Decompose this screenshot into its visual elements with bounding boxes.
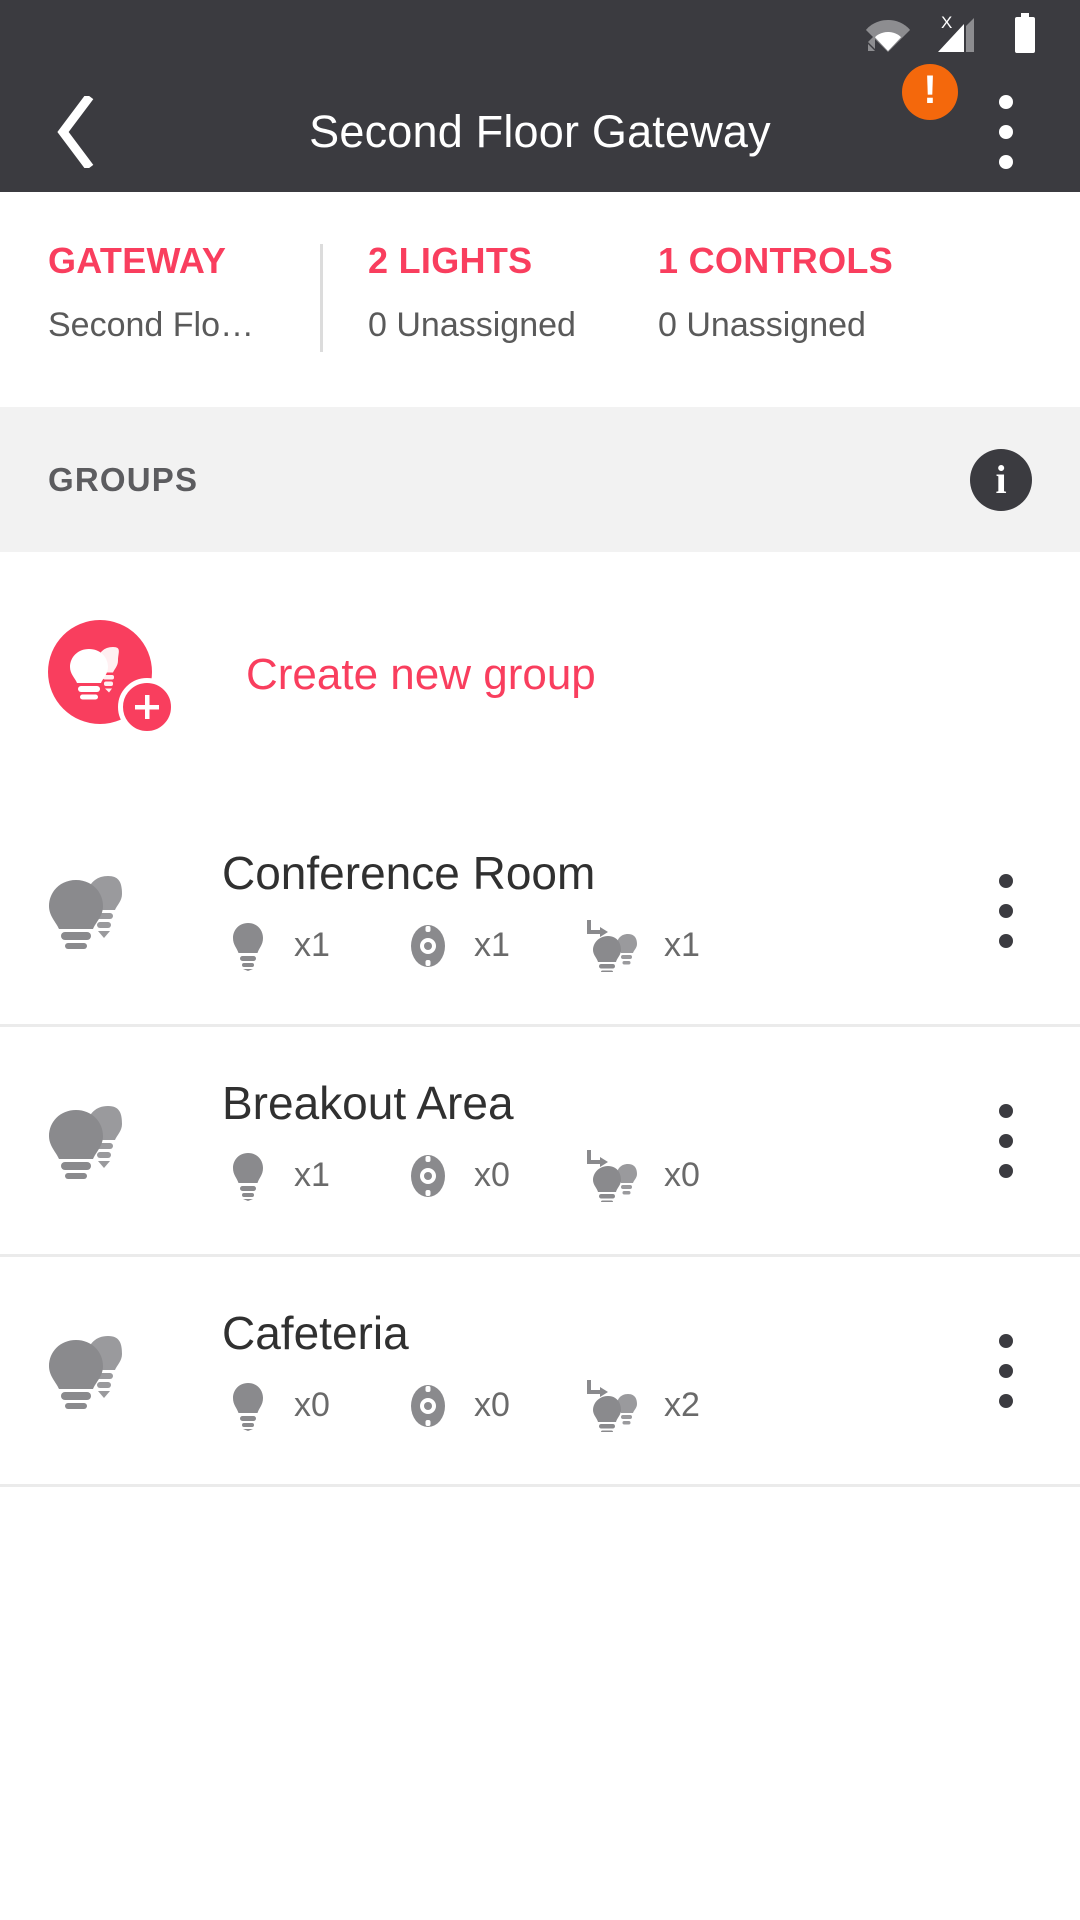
metric-count: x1	[664, 926, 700, 965]
scene-assign-icon	[582, 1149, 644, 1202]
groups-label: GROUPS	[48, 460, 199, 498]
overflow-dot	[999, 1103, 1013, 1118]
overflow-dot	[999, 95, 1013, 109]
metric-count: x1	[294, 1156, 330, 1195]
metric-controls: x0	[402, 1382, 582, 1430]
group-row-overflow-button[interactable]	[976, 851, 1036, 971]
light-bulb-icon	[222, 1151, 274, 1201]
group-bulb-pair-icon	[48, 1332, 172, 1410]
overflow-dot	[999, 1333, 1013, 1348]
overflow-dot	[999, 155, 1013, 169]
overflow-dot	[999, 1163, 1013, 1178]
stat-title: 2 LIGHTS	[368, 240, 533, 281]
scene-assign-icon	[582, 919, 644, 972]
svg-text:X: X	[941, 13, 952, 32]
overflow-dot	[999, 933, 1013, 948]
stat-controls[interactable]: 1 CONTROLS 0 Unassigned	[610, 240, 893, 407]
group-name: Cafeteria	[222, 1307, 409, 1360]
group-row-cafeteria[interactable]: Cafeteria x0 x0 x2	[0, 1257, 1080, 1487]
group-metrics: x0 x0 x2	[222, 1379, 976, 1432]
groups-section-header: GROUPS i	[0, 407, 1080, 552]
group-row-overflow-button[interactable]	[976, 1081, 1036, 1201]
status-bar: X	[0, 0, 1080, 72]
wifi-icon	[866, 14, 910, 59]
app-bar: Second Floor Gateway !	[0, 64, 1080, 192]
plus-icon	[118, 677, 176, 736]
overflow-menu-button[interactable]	[976, 77, 1036, 187]
stat-title: GATEWAY	[48, 240, 227, 281]
stat-title: 1 CONTROLS	[658, 240, 894, 281]
metric-count: x0	[474, 1386, 510, 1425]
metric-assigned-scenes: x2	[582, 1379, 700, 1432]
metric-assigned-scenes: x0	[582, 1149, 700, 1202]
create-new-group-row[interactable]: Create new group	[0, 552, 1080, 797]
empty-space	[0, 1487, 1080, 1907]
cellular-no-sim-icon: X	[936, 12, 986, 61]
group-row-body: Cafeteria x0 x0 x2	[222, 1307, 976, 1432]
create-new-group-label: Create new group	[246, 649, 596, 699]
metric-count: x0	[294, 1386, 330, 1425]
group-row-conference-room[interactable]: Conference Room x1 x1 x1	[0, 797, 1080, 1027]
stat-subtitle: 0 Unassigned	[658, 306, 866, 344]
control-dial-icon	[402, 922, 454, 970]
create-group-icon	[48, 619, 176, 736]
alert-exclamation: !	[923, 68, 937, 112]
group-row-breakout-area[interactable]: Breakout Area x1 x0 x0	[0, 1027, 1080, 1257]
group-metrics: x1 x1 x1	[222, 919, 976, 972]
group-row-overflow-button[interactable]	[976, 1311, 1036, 1431]
summary-stats: GATEWAY Second Flo… 2 LIGHTS 0 Unassigne…	[0, 192, 1080, 407]
groups-list: Conference Room x1 x1 x1 Breakout Area x…	[0, 797, 1080, 1487]
scene-assign-icon	[582, 1379, 644, 1432]
info-icon[interactable]: i	[970, 448, 1032, 511]
stats-divider	[320, 244, 323, 352]
control-dial-icon	[402, 1152, 454, 1200]
metric-lights: x1	[222, 921, 402, 971]
overflow-dot	[999, 1363, 1013, 1378]
stat-gateway[interactable]: GATEWAY Second Flo…	[0, 240, 320, 407]
group-row-body: Breakout Area x1 x0 x0	[222, 1077, 976, 1202]
metric-count: x2	[664, 1386, 700, 1425]
group-row-body: Conference Room x1 x1 x1	[222, 847, 976, 972]
metric-count: x0	[474, 1156, 510, 1195]
light-bulb-icon	[222, 1381, 274, 1431]
overflow-dot	[999, 125, 1013, 139]
control-dial-icon	[402, 1382, 454, 1430]
overflow-dot	[999, 1133, 1013, 1148]
battery-icon	[1012, 12, 1038, 61]
stat-lights[interactable]: 2 LIGHTS 0 Unassigned	[320, 240, 610, 407]
alert-badge-icon[interactable]: !	[902, 64, 958, 120]
group-name: Breakout Area	[222, 1077, 514, 1130]
metric-lights: x1	[222, 1151, 402, 1201]
stat-subtitle: Second Flo…	[48, 306, 254, 344]
metric-controls: x0	[402, 1152, 582, 1200]
metric-count: x1	[474, 926, 510, 965]
group-name: Conference Room	[222, 847, 596, 900]
stat-subtitle: 0 Unassigned	[368, 306, 576, 344]
metric-controls: x1	[402, 922, 582, 970]
overflow-dot	[999, 903, 1013, 918]
group-bulb-pair-icon	[48, 1102, 172, 1180]
light-bulb-icon	[222, 921, 274, 971]
group-bulb-pair-icon	[48, 872, 172, 950]
overflow-dot	[999, 873, 1013, 888]
group-metrics: x1 x0 x0	[222, 1149, 976, 1202]
metric-count: x1	[294, 926, 330, 965]
overflow-dot	[999, 1393, 1013, 1408]
metric-lights: x0	[222, 1381, 402, 1431]
metric-assigned-scenes: x1	[582, 919, 700, 972]
metric-count: x0	[664, 1156, 700, 1195]
